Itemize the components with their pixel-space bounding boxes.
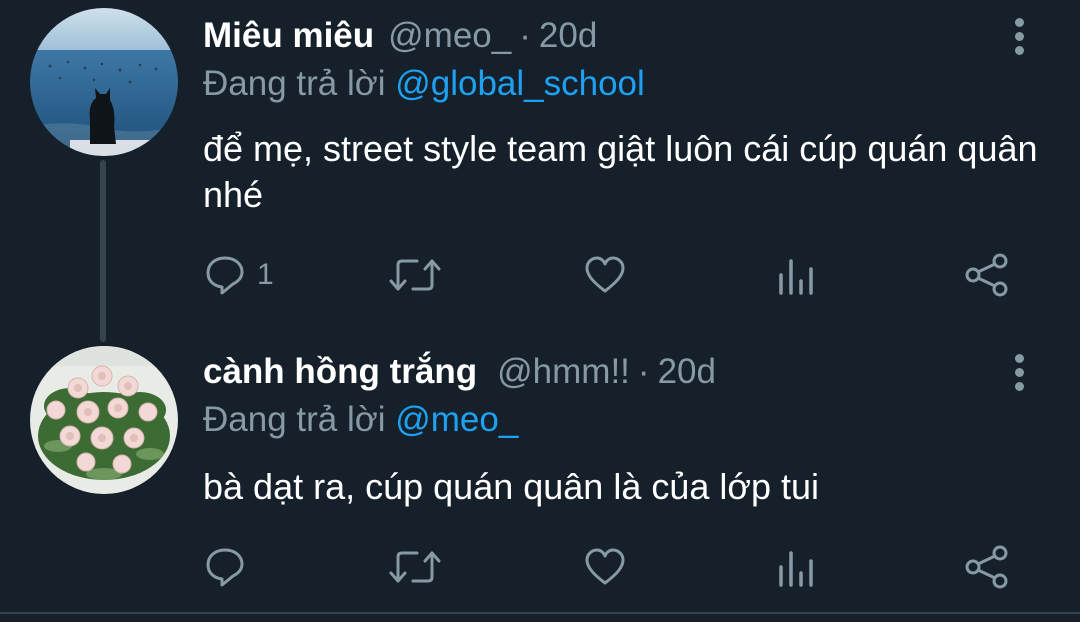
separator-dot: · [637,352,650,391]
retweet-icon [389,259,441,291]
share-button[interactable] [964,542,1010,592]
avatar[interactable] [30,346,178,494]
retweet-button[interactable] [387,250,443,300]
heart-icon [585,256,625,293]
tweet-2[interactable]: cành hồng trắng @hmm!! · 20d Đang trả lờ… [0,340,1080,612]
avatar[interactable] [30,8,178,156]
retweet-icon [389,551,441,583]
share-button[interactable] [964,250,1010,300]
replying-to-label: Đang trả lời [203,64,386,103]
tweet-text: để mẹ, street style team giật luôn cái c… [203,128,1038,215]
tweet-header: Miêu miêu @meo_ · 20d [203,14,597,58]
cat-sitting-by-sea-avatar [30,8,178,156]
white-roses-bouquet-avatar [30,346,178,494]
action-bar [0,542,1080,592]
like-button[interactable] [583,250,627,300]
author-handle[interactable]: @meo_ [388,16,511,56]
analytics-icon [779,259,813,295]
replying-to-line: Đang trả lời @global_school [203,64,645,104]
author-name[interactable]: Miêu miêu [203,16,374,56]
more-vertical-icon[interactable] [1004,14,1034,58]
reply-button[interactable] [203,542,257,592]
timestamp[interactable]: 20d [658,352,716,392]
author-handle[interactable]: @hmm!! [497,352,630,392]
reply-icon [206,548,244,587]
replying-to-line: Đang trả lời @meo_ [203,400,518,440]
retweet-button[interactable] [387,542,443,592]
timestamp[interactable]: 20d [539,16,597,56]
analytics-icon [779,551,813,587]
tweet-divider [0,612,1080,614]
analytics-button[interactable] [777,250,817,300]
reply-count: 1 [257,258,274,291]
tweet-text: bà dạt ra, cúp quán quân là của lớp tui [203,466,820,507]
action-bar: 1 [0,250,1080,300]
reply-mention-link[interactable]: @global_school [395,64,645,103]
reply-button[interactable]: 1 [203,250,274,300]
reply-mention-link[interactable]: @meo_ [395,400,518,439]
replying-to-label: Đang trả lời [203,400,386,439]
tweet-1[interactable]: Miêu miêu @meo_ · 20d Đang trả lời @glob… [0,0,1080,342]
heart-icon [585,548,625,585]
separator-dot: · [519,16,531,55]
analytics-button[interactable] [777,542,817,592]
tweet-header: cành hồng trắng @hmm!! · 20d [203,350,716,394]
share-icon [965,253,1008,297]
like-button[interactable] [583,542,627,592]
share-icon [965,545,1008,589]
more-vertical-icon[interactable] [1004,350,1034,394]
reply-icon [206,256,244,295]
author-name[interactable]: cành hồng trắng [203,352,477,392]
